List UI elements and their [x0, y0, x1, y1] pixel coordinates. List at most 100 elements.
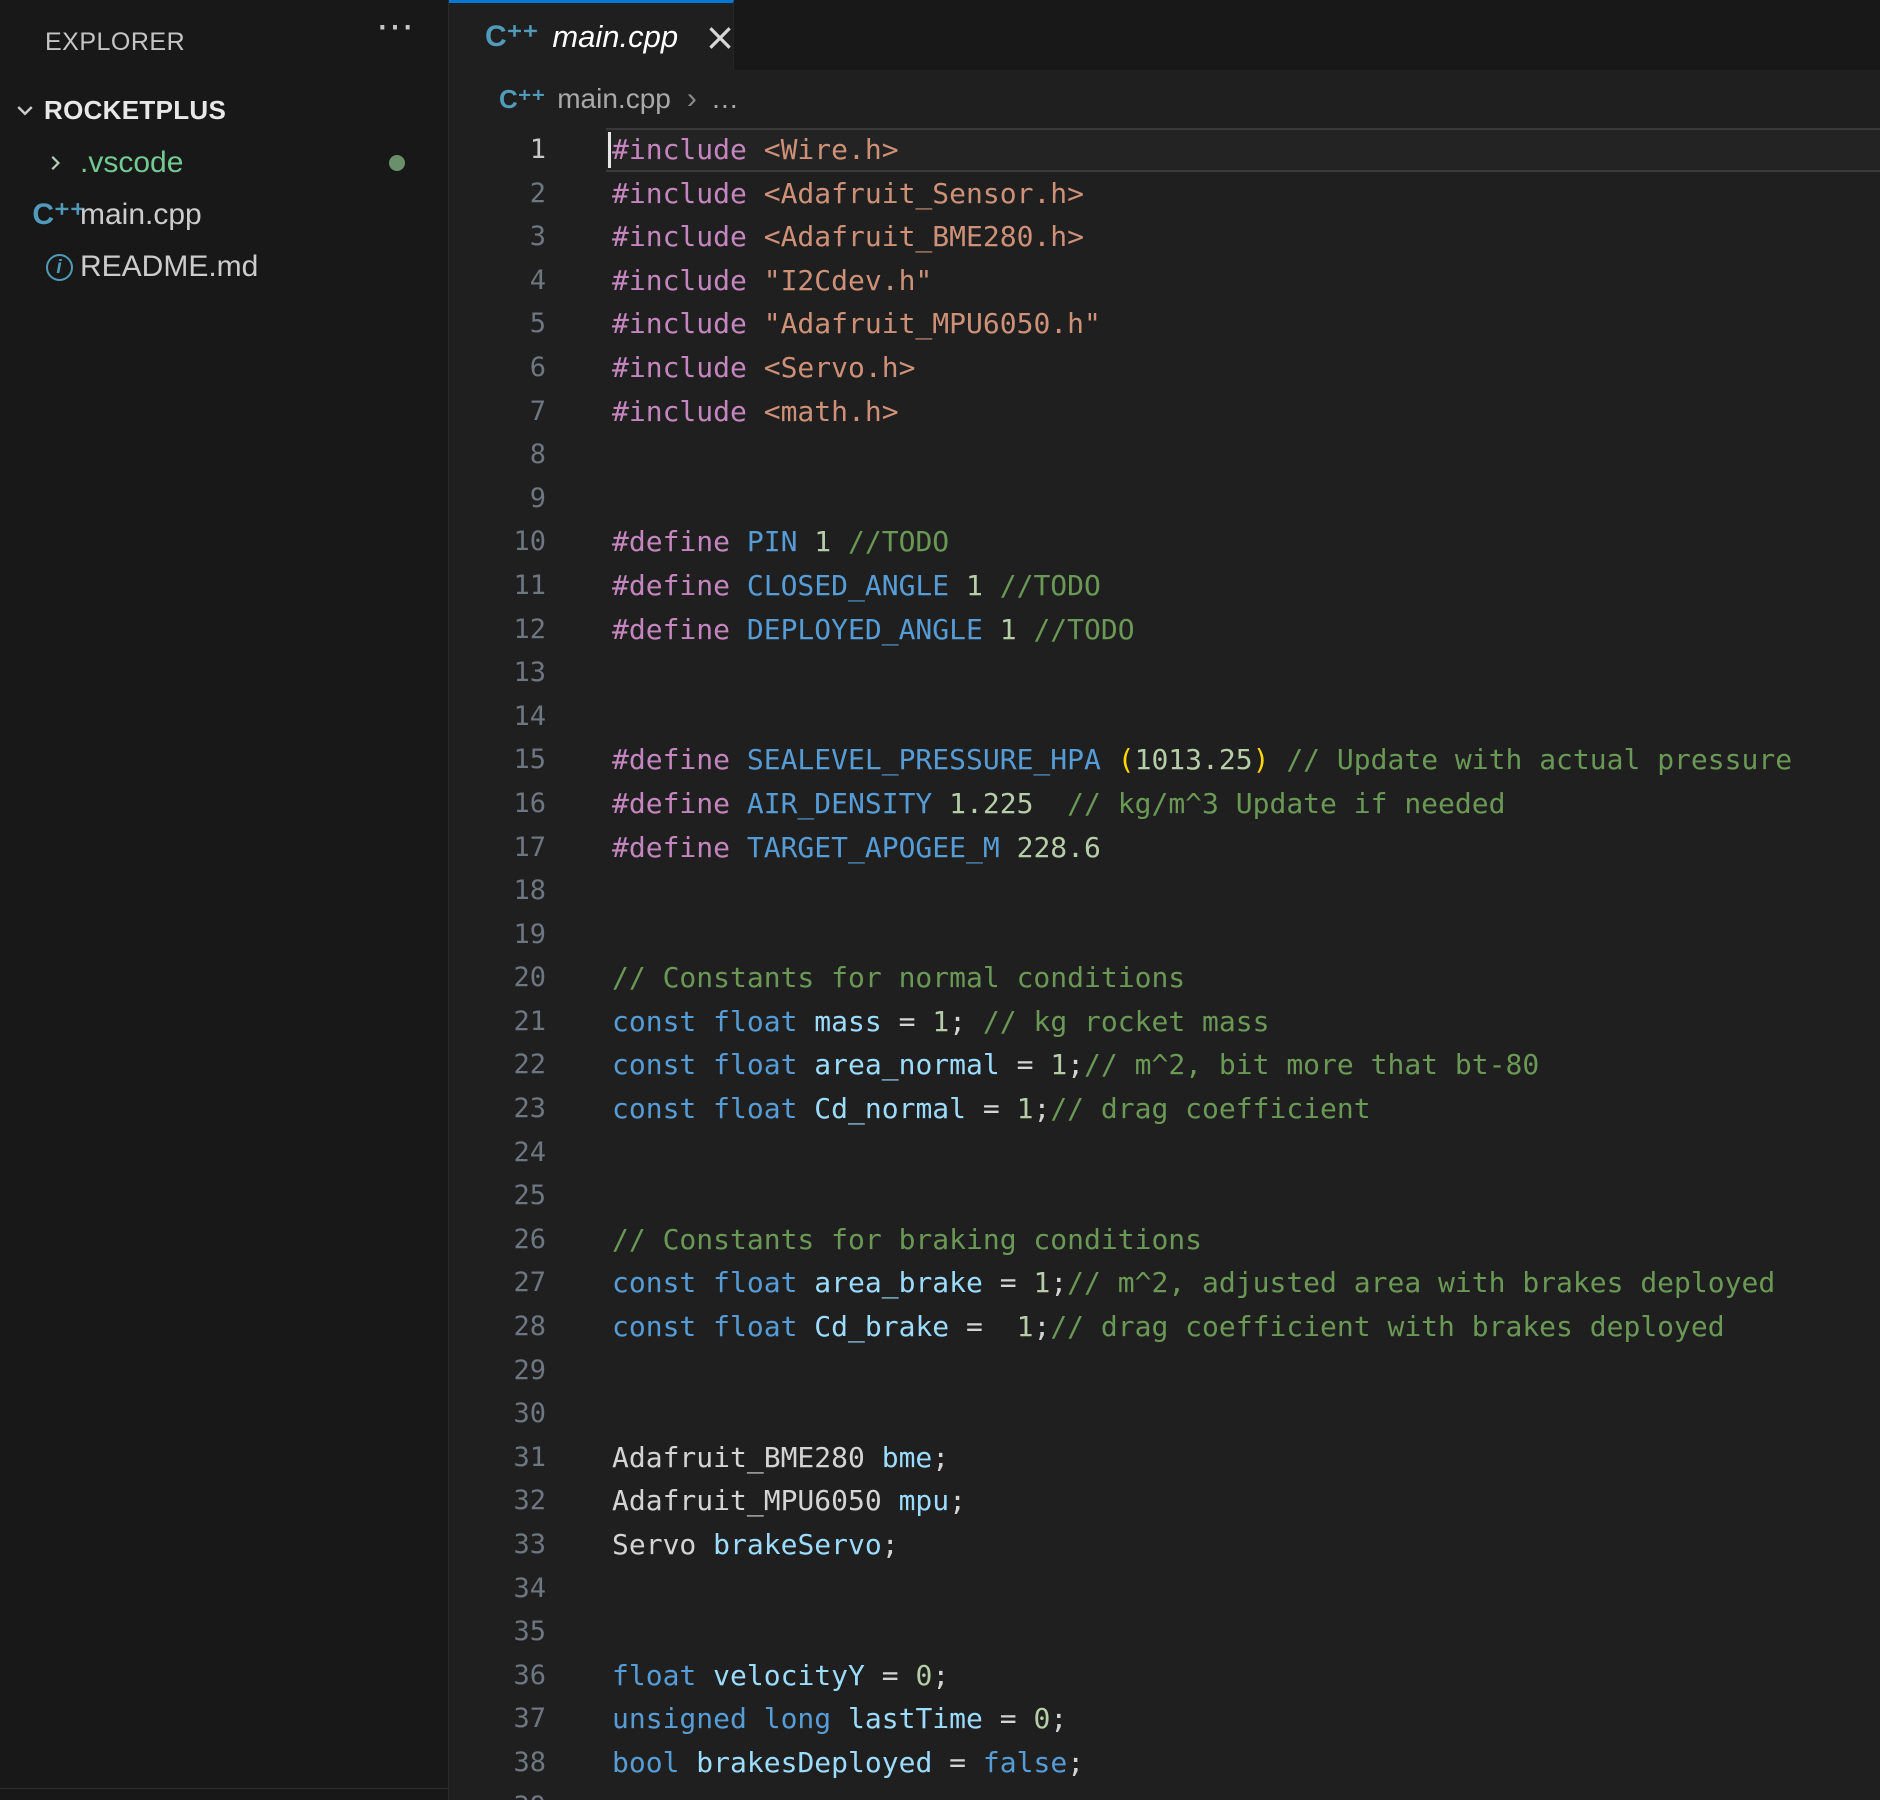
code-line[interactable]: 39 — [449, 1785, 1880, 1800]
line-number[interactable]: 21 — [449, 1000, 546, 1044]
line-number[interactable]: 33 — [449, 1523, 546, 1567]
code-text: #include <Servo.h> — [612, 346, 1880, 390]
tab-main-cpp[interactable]: C⁺⁺ main.cpp × — [449, 0, 734, 70]
code-line[interactable]: 34 — [449, 1567, 1880, 1611]
code-line[interactable]: 19 — [449, 913, 1880, 957]
code-line[interactable]: 29 — [449, 1349, 1880, 1393]
code-line[interactable]: 36float velocityY = 0; — [449, 1654, 1880, 1698]
line-number[interactable]: 7 — [449, 390, 546, 434]
line-number[interactable]: 15 — [449, 738, 546, 782]
code-line[interactable]: 28 const float Cd_brake = 1;// drag coeff… — [449, 1305, 1880, 1349]
sidebar-item-main-cpp[interactable]: C⁺⁺ main.cpp — [0, 189, 448, 241]
cpp-file-icon: C⁺⁺ — [42, 200, 76, 230]
sidebar-item-vscode[interactable]: .vscode — [0, 137, 448, 189]
code-line[interactable]: 26// Constants for braking conditions — [449, 1218, 1880, 1262]
line-number[interactable]: 35 — [449, 1610, 546, 1654]
line-number[interactable]: 32 — [449, 1479, 546, 1523]
line-number[interactable]: 19 — [449, 913, 546, 957]
code-line[interactable]: 18 — [449, 869, 1880, 913]
line-number[interactable]: 29 — [449, 1349, 546, 1393]
code-line[interactable]: 11#define CLOSED_ANGLE 1 //TODO — [449, 564, 1880, 608]
code-line[interactable]: 10#define PIN 1 //TODO — [449, 520, 1880, 564]
explorer-actions-icon[interactable]: ⋯ — [376, 8, 414, 46]
line-number[interactable]: 17 — [449, 826, 546, 870]
code-line[interactable]: 2#include <Adafruit_Sensor.h> — [449, 172, 1880, 216]
line-number[interactable]: 23 — [449, 1087, 546, 1131]
code-line[interactable]: 16 #define AIR_DENSITY 1.225 // kg/m^3 Up… — [449, 782, 1880, 826]
chevron-right-icon: › — [687, 82, 697, 116]
code-text: Adafruit_BME280 bme; — [612, 1436, 1880, 1480]
sidebar-project-row[interactable]: ROCKETPLUS — [0, 84, 448, 136]
code-text: #include <math.h> — [612, 390, 1880, 434]
line-number[interactable]: 26 — [449, 1218, 546, 1262]
code-line[interactable]: 9 — [449, 477, 1880, 521]
code-text: const float Cd_brake = 1;// drag coeffic… — [612, 1305, 1880, 1349]
line-number[interactable]: 24 — [449, 1131, 546, 1175]
sidebar-item-readme-md[interactable]: i README.md — [0, 241, 448, 293]
code-text: #define AIR_DENSITY 1.225 // kg/m^3 Upda… — [612, 782, 1880, 826]
code-line[interactable]: 17 #define TARGET_APOGEE_M 228.6 — [449, 826, 1880, 870]
line-number[interactable]: 14 — [449, 695, 546, 739]
line-number[interactable]: 27 — [449, 1261, 546, 1305]
code-line[interactable]: 13 — [449, 651, 1880, 695]
code-line[interactable]: 21const float mass = 1; // kg rocket mas… — [449, 1000, 1880, 1044]
code-line[interactable]: 1#include <Wire.h> — [449, 128, 1880, 172]
code-editor[interactable]: 1#include <Wire.h>2#include <Adafruit_Se… — [449, 128, 1880, 1800]
line-number[interactable]: 16 — [449, 782, 546, 826]
line-number[interactable]: 2 — [449, 172, 546, 216]
line-number[interactable]: 12 — [449, 608, 546, 652]
code-line[interactable]: 6 #include <Servo.h> — [449, 346, 1880, 390]
code-line[interactable]: 32Adafruit_MPU6050 mpu; — [449, 1479, 1880, 1523]
line-number[interactable]: 34 — [449, 1567, 546, 1611]
line-number[interactable]: 5 — [449, 302, 546, 346]
line-number[interactable]: 39 — [449, 1785, 546, 1800]
code-line[interactable]: 30 — [449, 1392, 1880, 1436]
code-line[interactable]: 15#define SEALEVEL_PRESSURE_HPA (1013.25… — [449, 738, 1880, 782]
code-text: bool brakesDeployed = false; — [612, 1741, 1880, 1785]
code-line[interactable]: 24 — [449, 1131, 1880, 1175]
code-line[interactable]: 20// Constants for normal conditions — [449, 956, 1880, 1000]
code-line[interactable]: 23const float Cd_normal = 1;// drag coef… — [449, 1087, 1880, 1131]
line-number[interactable]: 30 — [449, 1392, 546, 1436]
line-number[interactable]: 20 — [449, 956, 546, 1000]
code-line[interactable]: 37unsigned long lastTime = 0; — [449, 1697, 1880, 1741]
line-number[interactable]: 4 — [449, 259, 546, 303]
line-number[interactable]: 37 — [449, 1697, 546, 1741]
code-line[interactable]: 3#include <Adafruit_BME280.h> — [449, 215, 1880, 259]
line-number[interactable]: 22 — [449, 1043, 546, 1087]
breadcrumb-symbol-ellipsis[interactable]: … — [711, 83, 739, 115]
line-number[interactable]: 11 — [449, 564, 546, 608]
code-line[interactable]: 25 — [449, 1174, 1880, 1218]
code-line[interactable]: 31 Adafruit_BME280 bme; — [449, 1436, 1880, 1480]
line-number[interactable]: 8 — [449, 433, 546, 477]
line-number[interactable]: 6 — [449, 346, 546, 390]
line-number[interactable]: 1 — [449, 128, 546, 172]
sidebar-section-outline[interactable]: OUTLINE — [0, 1793, 448, 1800]
line-number[interactable]: 36 — [449, 1654, 546, 1698]
line-number[interactable]: 18 — [449, 869, 546, 913]
line-number[interactable]: 10 — [449, 520, 546, 564]
close-icon[interactable]: × — [704, 18, 736, 56]
line-number[interactable]: 13 — [449, 651, 546, 695]
code-line[interactable]: 14 — [449, 695, 1880, 739]
code-line[interactable]: 7 #include <math.h> — [449, 390, 1880, 434]
code-line[interactable]: 5#include "Adafruit_MPU6050.h" — [449, 302, 1880, 346]
code-line[interactable]: 35 — [449, 1610, 1880, 1654]
code-line[interactable]: 33 Servo brakeServo; — [449, 1523, 1880, 1567]
code-line[interactable]: 8 — [449, 433, 1880, 477]
code-line[interactable]: 4#include "I2Cdev.h" — [449, 259, 1880, 303]
code-line[interactable]: 27const float area_brake = 1;// m^2, adj… — [449, 1261, 1880, 1305]
line-number[interactable]: 38 — [449, 1741, 546, 1785]
code-text: #define TARGET_APOGEE_M 228.6 — [612, 826, 1880, 870]
code-line[interactable]: 38 bool brakesDeployed = false; — [449, 1741, 1880, 1785]
code-line[interactable]: 12#define DEPLOYED_ANGLE 1 //TODO — [449, 608, 1880, 652]
line-number[interactable]: 28 — [449, 1305, 546, 1349]
line-number[interactable]: 3 — [449, 215, 546, 259]
line-number[interactable]: 31 — [449, 1436, 546, 1480]
breadcrumb-file[interactable]: main.cpp — [557, 83, 671, 115]
line-number[interactable]: 9 — [449, 477, 546, 521]
line-number[interactable]: 25 — [449, 1174, 546, 1218]
code-text: Servo brakeServo; — [612, 1523, 1880, 1567]
breadcrumb[interactable]: C⁺⁺ main.cpp › … — [449, 70, 1880, 128]
code-line[interactable]: 22const float area_normal = 1;// m^2, bi… — [449, 1043, 1880, 1087]
